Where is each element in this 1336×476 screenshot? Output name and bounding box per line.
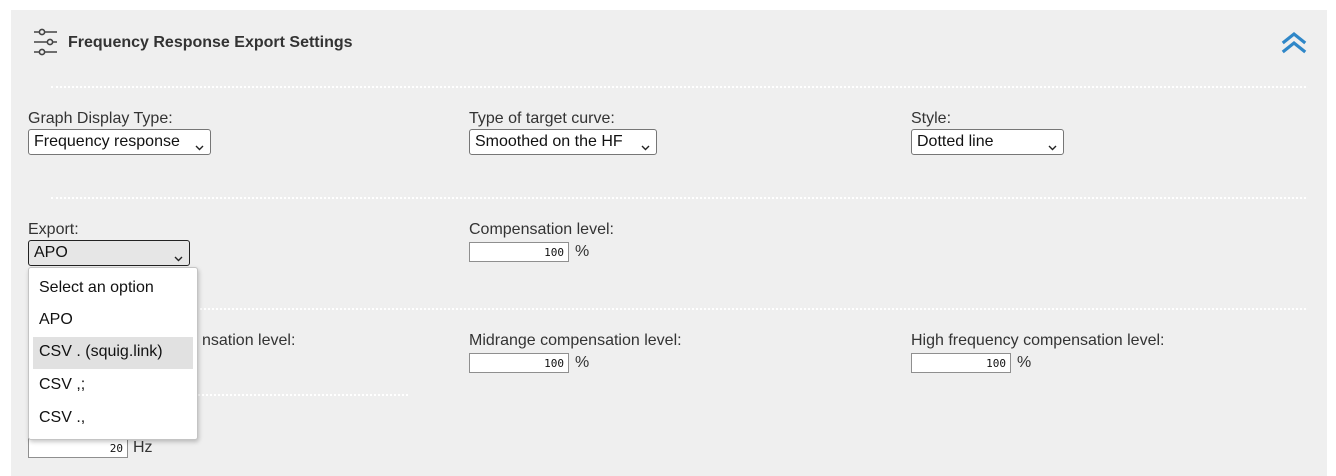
export-label: Export: — [28, 221, 79, 238]
frequency-input[interactable]: 20 — [28, 438, 128, 458]
separator — [51, 86, 1306, 88]
target-curve-value: Smoothed on the HF — [475, 133, 623, 150]
sliders-icon — [33, 28, 59, 61]
export-option[interactable]: CSV ., — [33, 403, 193, 435]
compensation-level-input[interactable]: 100 — [469, 242, 569, 262]
double-chevron-up-icon[interactable] — [1281, 31, 1307, 60]
high-frequency-compensation-unit: % — [1017, 354, 1032, 371]
midrange-compensation-input[interactable]: 100 — [469, 353, 569, 373]
export-option[interactable]: Select an option — [33, 273, 193, 305]
panel-title: Frequency Response Export Settings — [68, 34, 353, 51]
export-settings-panel — [11, 10, 1327, 476]
separator — [51, 197, 1306, 199]
style-label: Style: — [911, 110, 952, 127]
export-option-highlighted[interactable]: CSV . (squig.link) — [33, 337, 193, 369]
midrange-compensation-label: Midrange compensation level: — [469, 332, 682, 349]
chevron-down-icon — [1048, 138, 1057, 156]
style-value: Dotted line — [917, 133, 994, 150]
compensation-unit: % — [575, 243, 590, 260]
chevron-down-icon — [195, 138, 204, 156]
export-value: APO — [34, 244, 68, 261]
separator — [51, 308, 1306, 310]
target-curve-label: Type of target curve: — [469, 110, 615, 127]
style-select[interactable]: Dotted line — [911, 129, 1064, 155]
graph-display-type-select[interactable]: Frequency response — [28, 129, 211, 155]
export-select[interactable]: APO — [28, 240, 190, 266]
export-option[interactable]: CSV ,; — [33, 370, 193, 402]
export-options-dropdown: Select an option APO CSV . (squig.link) … — [28, 267, 198, 440]
chevron-down-icon — [174, 249, 183, 267]
high-frequency-compensation-label: High frequency compensation level: — [911, 332, 1165, 349]
graph-display-type-value: Frequency response — [34, 133, 180, 150]
graph-display-type-label: Graph Display Type: — [28, 110, 173, 127]
export-option[interactable]: APO — [33, 305, 193, 337]
target-curve-select[interactable]: Smoothed on the HF — [469, 129, 657, 155]
low-compensation-label: nsation level: — [202, 332, 296, 349]
frequency-unit: Hz — [133, 439, 153, 456]
compensation-level-label: Compensation level: — [469, 221, 614, 238]
midrange-compensation-unit: % — [575, 354, 590, 371]
chevron-down-icon — [641, 138, 650, 156]
high-frequency-compensation-input[interactable]: 100 — [911, 353, 1011, 373]
